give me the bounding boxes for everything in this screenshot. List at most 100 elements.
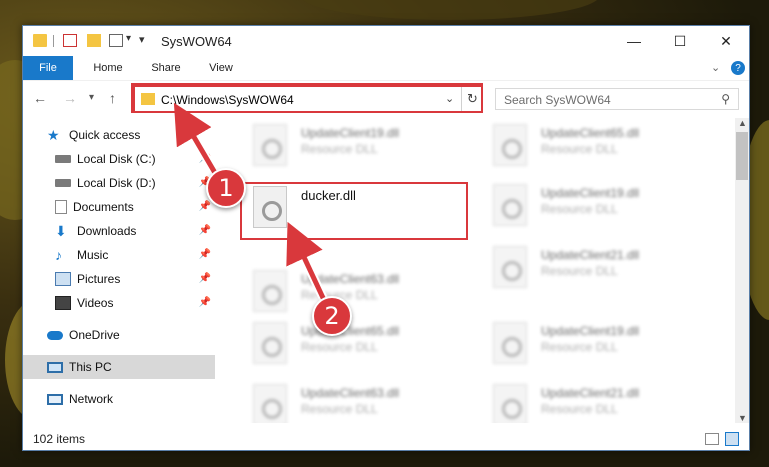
nav-item-videos[interactable]: Videos 📌 (23, 291, 215, 315)
details-view-icon[interactable] (705, 433, 719, 445)
new-folder-icon[interactable] (87, 34, 101, 47)
file-name: UpdateClient63.dll (301, 386, 400, 400)
tab-view[interactable]: View (196, 56, 246, 80)
file-name: UpdateClient19.dll (541, 324, 640, 338)
dll-file-icon (253, 384, 287, 423)
file-item[interactable]: UpdateClient21.dll Resource DLL (487, 242, 717, 294)
dll-file-icon (253, 322, 287, 364)
nav-item-label: Local Disk (C:) (77, 152, 156, 166)
picture-icon (55, 272, 71, 286)
file-type: Resource DLL (541, 142, 618, 156)
nav-item-label: Videos (77, 296, 114, 310)
nav-item-music[interactable]: ♪ Music 📌 (23, 243, 215, 267)
step-2-badge: 2 (312, 296, 352, 336)
file-name: UpdateClient63.dll (301, 272, 400, 286)
pin-icon[interactable]: 📌 (199, 153, 211, 164)
drive-icon (55, 179, 71, 187)
customize-toolbar-icon[interactable] (109, 34, 123, 47)
file-item[interactable]: UpdateClient19.dll Resource DLL (487, 318, 717, 370)
computer-icon (47, 361, 63, 373)
scroll-up-icon[interactable]: ▲ (738, 118, 747, 128)
cloud-icon (47, 330, 63, 340)
ribbon-tabs: File Home Share View ⌄ ? (23, 56, 749, 80)
music-note-icon: ♪ (55, 247, 62, 263)
file-item[interactable]: UpdateClient21.dll Resource DLL (487, 380, 717, 423)
file-item[interactable]: UpdateClient65.dll Resource DLL (247, 318, 477, 370)
large-icons-view-icon[interactable] (725, 432, 739, 446)
nav-item-label: Music (77, 248, 109, 262)
nav-item-label: Network (69, 392, 114, 406)
vertical-scrollbar[interactable]: ▲ ▼ (735, 118, 749, 423)
file-type: Resource DLL (301, 142, 378, 156)
search-placeholder: Search SysWOW64 (504, 93, 611, 107)
pin-icon[interactable]: 📌 (199, 225, 211, 236)
file-name: UpdateClient21.dll (541, 386, 640, 400)
expand-ribbon-icon[interactable]: ⌄ (711, 61, 720, 74)
search-input[interactable]: Search SysWOW64 ⚲ (495, 88, 739, 110)
nav-item-quick-access[interactable]: ★ Quick access (23, 123, 215, 147)
dll-file-icon (493, 322, 527, 364)
nav-item-onedrive[interactable]: OneDrive (23, 323, 215, 347)
back-arrow-icon[interactable]: ← (33, 90, 47, 106)
recent-locations-chevron-icon[interactable]: ▾ (89, 92, 94, 103)
film-icon (55, 296, 71, 310)
file-list: UpdateClient19.dll Resource DLL ducker.d… (235, 118, 733, 423)
tab-share[interactable]: Share (141, 56, 191, 80)
drive-icon (55, 155, 71, 163)
nav-item-local-disk-c[interactable]: Local Disk (C:) 📌 (23, 147, 215, 171)
address-highlight-box (131, 83, 483, 113)
minimize-button[interactable]: — (611, 26, 657, 56)
pin-icon[interactable]: 📌 (199, 249, 211, 260)
file-item[interactable]: UpdateClient19.dll Resource DLL (247, 120, 477, 172)
dll-file-icon (493, 124, 527, 166)
file-item[interactable]: UpdateClient65.dll Resource DLL (487, 120, 717, 172)
pin-icon[interactable]: 📌 (199, 297, 211, 308)
file-type: Resource DLL (301, 402, 378, 416)
tab-file[interactable]: File (23, 56, 73, 80)
file-type: Resource DLL (541, 340, 618, 354)
search-icon[interactable]: ⚲ (721, 92, 730, 106)
maximize-button[interactable]: ☐ (657, 26, 703, 56)
nav-item-pictures[interactable]: Pictures 📌 (23, 267, 215, 291)
document-icon (55, 200, 67, 214)
nav-item-label: This PC (69, 360, 112, 374)
step-1-badge: 1 (206, 168, 246, 208)
file-item[interactable]: UpdateClient63.dll Resource DLL (247, 380, 477, 423)
dll-file-icon (253, 124, 287, 166)
pin-icon[interactable]: 📌 (199, 273, 211, 284)
forward-arrow-icon[interactable]: → (63, 90, 77, 106)
folder-icon (33, 34, 47, 47)
nav-item-this-pc[interactable]: This PC (23, 355, 215, 379)
star-icon: ★ (47, 127, 60, 143)
nav-item-label: Downloads (77, 224, 137, 238)
chevron-down-icon[interactable]: ▾ (126, 33, 131, 44)
file-type: Resource DLL (541, 402, 618, 416)
dropdown-arrow-icon[interactable]: ▾ (139, 33, 145, 46)
file-item[interactable]: UpdateClient19.dll Resource DLL (487, 180, 717, 232)
help-icon[interactable]: ? (731, 61, 745, 75)
file-name: UpdateClient21.dll (541, 248, 640, 262)
file-item[interactable]: UpdateClient63.dll Resource DLL (247, 266, 477, 318)
dll-file-icon (493, 384, 527, 423)
network-icon (47, 393, 63, 405)
navigation-pane: ★ Quick access Local Disk (C:) 📌 Local D… (23, 118, 215, 418)
window-title: SysWOW64 (161, 34, 232, 49)
scroll-thumb[interactable] (736, 132, 748, 180)
title-bar: ▾ ▾ SysWOW64 — ☐ ✕ (23, 26, 749, 56)
up-arrow-icon[interactable]: ↑ (109, 90, 116, 106)
tab-home[interactable]: Home (83, 56, 133, 80)
properties-icon[interactable] (63, 34, 77, 47)
file-type: Resource DLL (541, 202, 618, 216)
close-button[interactable]: ✕ (703, 26, 749, 56)
background-foliage (300, 0, 600, 20)
file-name: UpdateClient19.dll (541, 186, 640, 200)
item-count: 102 items (33, 432, 86, 446)
scroll-down-icon[interactable]: ▼ (738, 413, 747, 423)
nav-item-label: Documents (73, 200, 134, 214)
nav-item-network[interactable]: Network (23, 387, 215, 411)
dll-file-icon (253, 270, 287, 312)
pin-icon[interactable]: 📌 (199, 201, 211, 212)
nav-item-local-disk-d[interactable]: Local Disk (D:) 📌 (23, 171, 215, 195)
nav-item-documents[interactable]: Documents 📌 (23, 195, 215, 219)
nav-item-downloads[interactable]: ⬇ Downloads 📌 (23, 219, 215, 243)
